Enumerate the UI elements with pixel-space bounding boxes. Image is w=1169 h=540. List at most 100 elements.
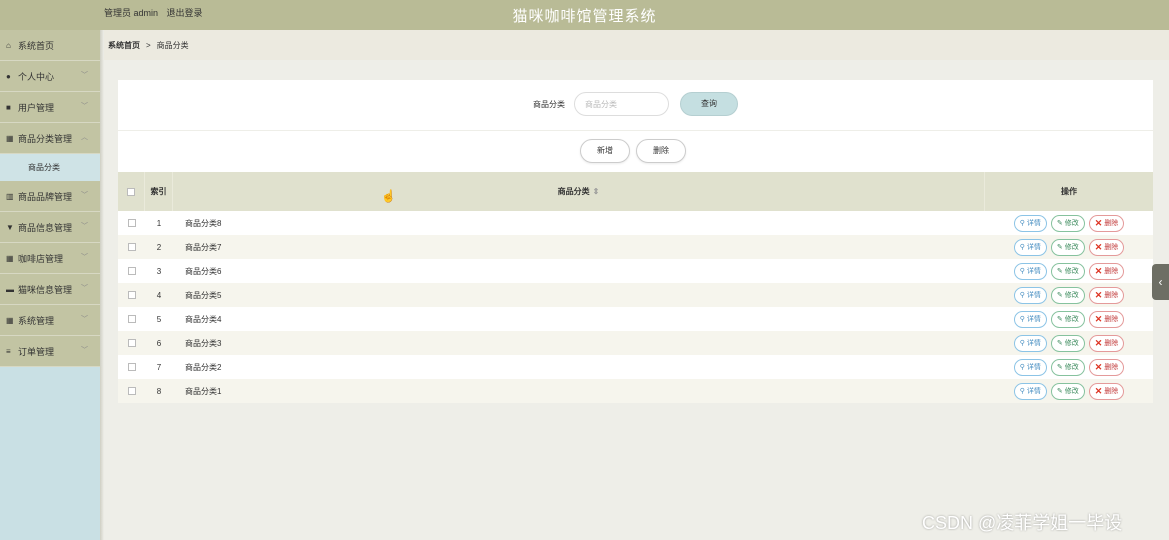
row-checkbox[interactable] <box>127 387 136 395</box>
close-icon: ✕ <box>1094 265 1103 276</box>
edit-button[interactable]: ✎ 修改 <box>1050 286 1085 304</box>
row-select[interactable] <box>118 291 145 299</box>
row-name: 商品分类5 <box>185 290 222 300</box>
sort-icon[interactable]: ⇕ <box>593 187 600 196</box>
delete-label: 删除 <box>1104 364 1119 371</box>
edit-button[interactable]: ✎ 修改 <box>1050 238 1085 256</box>
sidebar-divider <box>100 30 104 540</box>
search-label: 商品分类 <box>533 100 565 109</box>
row-select[interactable] <box>118 219 145 227</box>
add-button[interactable]: 新增 <box>580 139 630 163</box>
edit-button[interactable]: ✎ 修改 <box>1050 262 1085 280</box>
sidebar-item[interactable]: ■ 用户管理 ﹀ <box>0 92 100 123</box>
delete-button[interactable]: ✕ 删除 <box>1088 382 1125 400</box>
batch-delete-button[interactable]: 删除 <box>636 139 686 163</box>
delete-button[interactable]: ✕ 删除 <box>1088 334 1125 352</box>
sidebar-item-label: 用户管理 <box>18 102 55 113</box>
side-panel-toggle[interactable]: ‹ <box>1152 264 1169 300</box>
delete-button[interactable]: ✕ 删除 <box>1088 238 1125 256</box>
sidebar-item-label: 商品信息管理 <box>18 222 73 233</box>
detail-button[interactable]: ⚲ 详情 <box>1013 238 1047 256</box>
delete-label: 删除 <box>1104 292 1119 299</box>
detail-button[interactable]: ⚲ 详情 <box>1013 310 1047 328</box>
row-name: 商品分类7 <box>185 242 222 252</box>
breadcrumb-home[interactable]: 系统首页 <box>108 40 140 51</box>
grid-icon: ▦ <box>6 253 14 263</box>
edit-button[interactable]: ✎ 修改 <box>1050 382 1085 400</box>
header-select-all[interactable] <box>118 172 145 211</box>
detail-label: 详情 <box>1026 292 1041 299</box>
search-input[interactable] <box>574 92 669 116</box>
row-name: 商品分类3 <box>185 338 222 348</box>
sidebar-item[interactable]: ▼ 商品信息管理 ﹀ <box>0 212 100 243</box>
detail-button[interactable]: ⚲ 详情 <box>1013 286 1047 304</box>
category-table: 索引 商品分类 ⇕ 操作 1 商品分类8 ⚲ 详情 ✎ 修改 ✕ 删除 2 商品分类7 ⚲ 详情 ✎ 修改… <box>118 172 1153 403</box>
edit-label: 修改 <box>1064 340 1079 347</box>
select-all-checkbox[interactable] <box>127 187 135 196</box>
row-checkbox[interactable] <box>127 315 136 323</box>
row-checkbox[interactable] <box>127 219 136 227</box>
edit-button[interactable]: ✎ 修改 <box>1050 310 1085 328</box>
row-select[interactable] <box>118 339 145 347</box>
row-name: 商品分类2 <box>185 362 222 372</box>
header-name[interactable]: 商品分类 ⇕ <box>173 172 985 211</box>
top-bar: 管理员 admin 退出登录 猫咪咖啡馆管理系统 <box>0 0 1169 30</box>
row-checkbox[interactable] <box>127 339 136 347</box>
chevron-down-icon: ﹀ <box>81 254 88 261</box>
row-select[interactable] <box>118 387 145 395</box>
sidebar-subitem-category[interactable]: 商品分类 <box>0 154 100 181</box>
detail-button[interactable]: ⚲ 详情 <box>1013 334 1047 352</box>
table-header: 索引 商品分类 ⇕ 操作 <box>118 172 1153 211</box>
pencil-icon: ✎ <box>1056 244 1063 251</box>
detail-button[interactable]: ⚲ 详情 <box>1013 358 1047 376</box>
edit-button[interactable]: ✎ 修改 <box>1050 334 1085 352</box>
edit-button[interactable]: ✎ 修改 <box>1050 358 1085 376</box>
sidebar-item[interactable]: ▦ 咖啡店管理 ﹀ <box>0 243 100 274</box>
delete-button[interactable]: ✕ 删除 <box>1088 358 1125 376</box>
search-button[interactable]: 查询 <box>680 92 738 116</box>
sidebar: ⌂ 系统首页 ● 个人中心 ﹀ ■ 用户管理 ﹀ ▦ 商品分类管理 ︿ 商品分类 ▥ 商品品牌管理 ﹀ ▼ 商品… <box>0 30 100 540</box>
delete-button[interactable]: ✕ 删除 <box>1088 262 1125 280</box>
sidebar-item[interactable]: ● 个人中心 ﹀ <box>0 61 100 92</box>
row-ops: ⚲ 详情 ✎ 修改 ✕ 删除 <box>985 310 1153 328</box>
delete-button[interactable]: ✕ 删除 <box>1088 214 1125 232</box>
sidebar-item[interactable]: ▥ 商品品牌管理 ﹀ <box>0 181 100 212</box>
table-row: 1 商品分类8 ⚲ 详情 ✎ 修改 ✕ 删除 <box>118 211 1153 235</box>
grid-icon: ▦ <box>6 133 14 143</box>
sidebar-item[interactable]: ⌂ 系统首页 <box>0 30 100 61</box>
detail-button[interactable]: ⚲ 详情 <box>1013 262 1047 280</box>
row-checkbox[interactable] <box>127 291 136 299</box>
row-checkbox[interactable] <box>127 267 136 275</box>
detail-button[interactable]: ⚲ 详情 <box>1013 382 1047 400</box>
row-select[interactable] <box>118 243 145 251</box>
sidebar-item[interactable]: ▦ 系统管理 ﹀ <box>0 305 100 336</box>
edit-label: 修改 <box>1064 364 1079 371</box>
detail-label: 详情 <box>1026 340 1041 347</box>
sidebar-item-label: 个人中心 <box>18 71 55 82</box>
edit-button[interactable]: ✎ 修改 <box>1050 214 1085 232</box>
detail-button[interactable]: ⚲ 详情 <box>1013 214 1047 232</box>
delete-button[interactable]: ✕ 删除 <box>1088 286 1125 304</box>
row-ops: ⚲ 详情 ✎ 修改 ✕ 删除 <box>985 334 1153 352</box>
chevron-down-icon: ﹀ <box>81 103 88 110</box>
delete-button[interactable]: ✕ 删除 <box>1088 310 1125 328</box>
row-select[interactable] <box>118 267 145 275</box>
search-icon: ⚲ <box>1019 388 1025 395</box>
row-checkbox[interactable] <box>127 243 136 251</box>
sidebar-item[interactable]: ▬ 猫咪信息管理 ﹀ <box>0 274 100 305</box>
edit-label: 修改 <box>1064 268 1079 275</box>
close-icon: ✕ <box>1094 313 1103 324</box>
sidebar-item[interactable]: ▦ 商品分类管理 ︿ <box>0 123 100 154</box>
row-checkbox[interactable] <box>127 363 136 371</box>
delete-label: 删除 <box>1104 220 1119 227</box>
detail-label: 详情 <box>1026 316 1041 323</box>
close-icon: ✕ <box>1094 289 1103 300</box>
table-body: 1 商品分类8 ⚲ 详情 ✎ 修改 ✕ 删除 2 商品分类7 ⚲ 详情 ✎ 修改 ✕ 删除 3 商品分类6 ⚲ 详情 ✎… <box>118 211 1153 403</box>
sidebar-item[interactable]: ≡ 订单管理 ﹀ <box>0 336 100 367</box>
chevron-down-icon: ﹀ <box>81 285 88 292</box>
row-select[interactable] <box>118 363 145 371</box>
row-index: 4 <box>156 290 162 300</box>
row-select[interactable] <box>118 315 145 323</box>
tag-icon: ▼ <box>6 222 14 232</box>
grid-icon: ▦ <box>6 315 14 325</box>
